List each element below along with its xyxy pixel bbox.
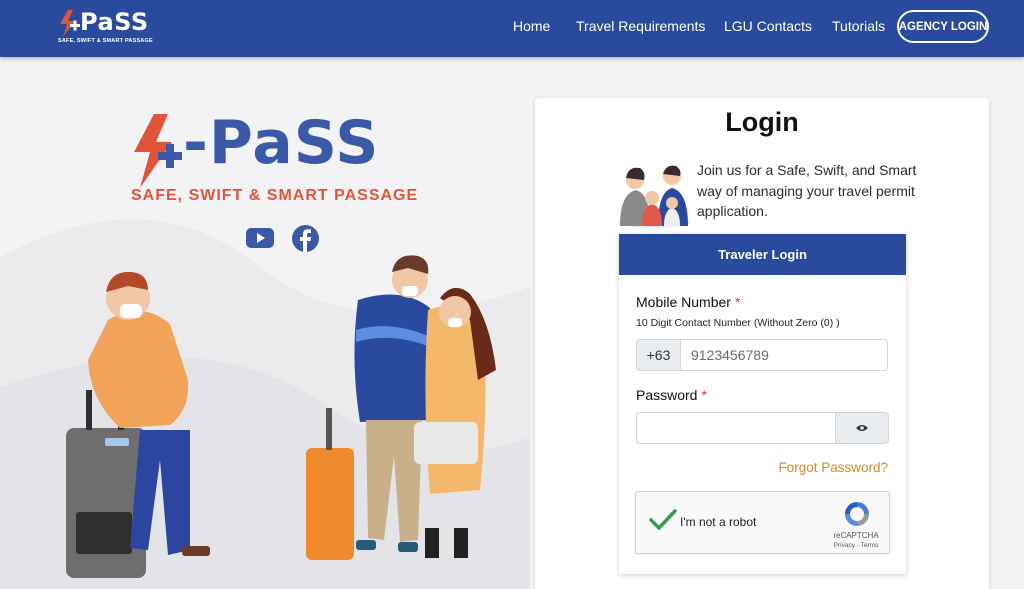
country-code-prefix: +63 (636, 339, 681, 371)
login-title: Login (725, 107, 799, 137)
youtube-icon[interactable] (246, 228, 274, 248)
recaptcha-privacy-terms[interactable]: Privacy - Terms (822, 542, 890, 549)
password-label: Password * (636, 387, 707, 403)
required-asterisk: * (701, 387, 707, 403)
recaptcha-label: I'm not a robot (680, 515, 757, 529)
mobile-number-label: Mobile Number * (636, 294, 740, 310)
travelers-illustration (66, 255, 496, 578)
password-input[interactable] (636, 412, 836, 444)
forgot-password-link[interactable]: Forgot Password? (636, 460, 888, 475)
nav-link-tutorials[interactable]: Tutorials (832, 18, 885, 34)
mobile-number-label-text: Mobile Number (636, 294, 731, 310)
required-asterisk: * (734, 294, 741, 310)
nav-link-lgu-contacts[interactable]: LGU Contacts (724, 18, 812, 34)
agency-login-button[interactable]: AGENCY LOGIN (897, 10, 989, 43)
family-illustration (618, 165, 690, 228)
mobile-number-hint: 10 Digit Contact Number (Without Zero (0… (636, 317, 840, 329)
recaptcha-logo-icon (845, 502, 869, 526)
nav-link-home[interactable]: Home (513, 18, 550, 34)
show-password-button[interactable] (835, 412, 889, 444)
nav-link-travel-requirements[interactable]: Travel Requirements (576, 18, 705, 34)
recaptcha-checkmark-icon[interactable] (649, 508, 677, 532)
hero-logo-word: -PaSS (183, 108, 380, 178)
nav-logo-word: PaSS (80, 8, 149, 36)
eye-icon (856, 425, 868, 431)
mobile-number-input[interactable] (680, 339, 888, 371)
password-label-text: Password (636, 387, 698, 403)
facebook-icon[interactable] (292, 225, 319, 252)
hero-tagline: SAFE, SWIFT & SMART PASSAGE (131, 187, 419, 204)
lightning-cross-logo-icon (134, 114, 182, 188)
hero-logo: -PaSS SAFE, SWIFT & SMART PASSAGE (128, 108, 438, 212)
nav-logo-tagline: SAFE, SWIFT & SMART PASSAGE (58, 38, 153, 44)
recaptcha-brand: reCAPTCHA (833, 531, 879, 540)
login-intro-text: Join us for a Safe, Swift, and Smart way… (697, 162, 917, 219)
nav-logo[interactable]: PaSS SAFE, SWIFT & SMART PASSAGE (56, 8, 166, 48)
top-navbar: PaSS SAFE, SWIFT & SMART PASSAGE Home Tr… (0, 0, 1024, 57)
traveler-login-header: Traveler Login (619, 234, 906, 275)
